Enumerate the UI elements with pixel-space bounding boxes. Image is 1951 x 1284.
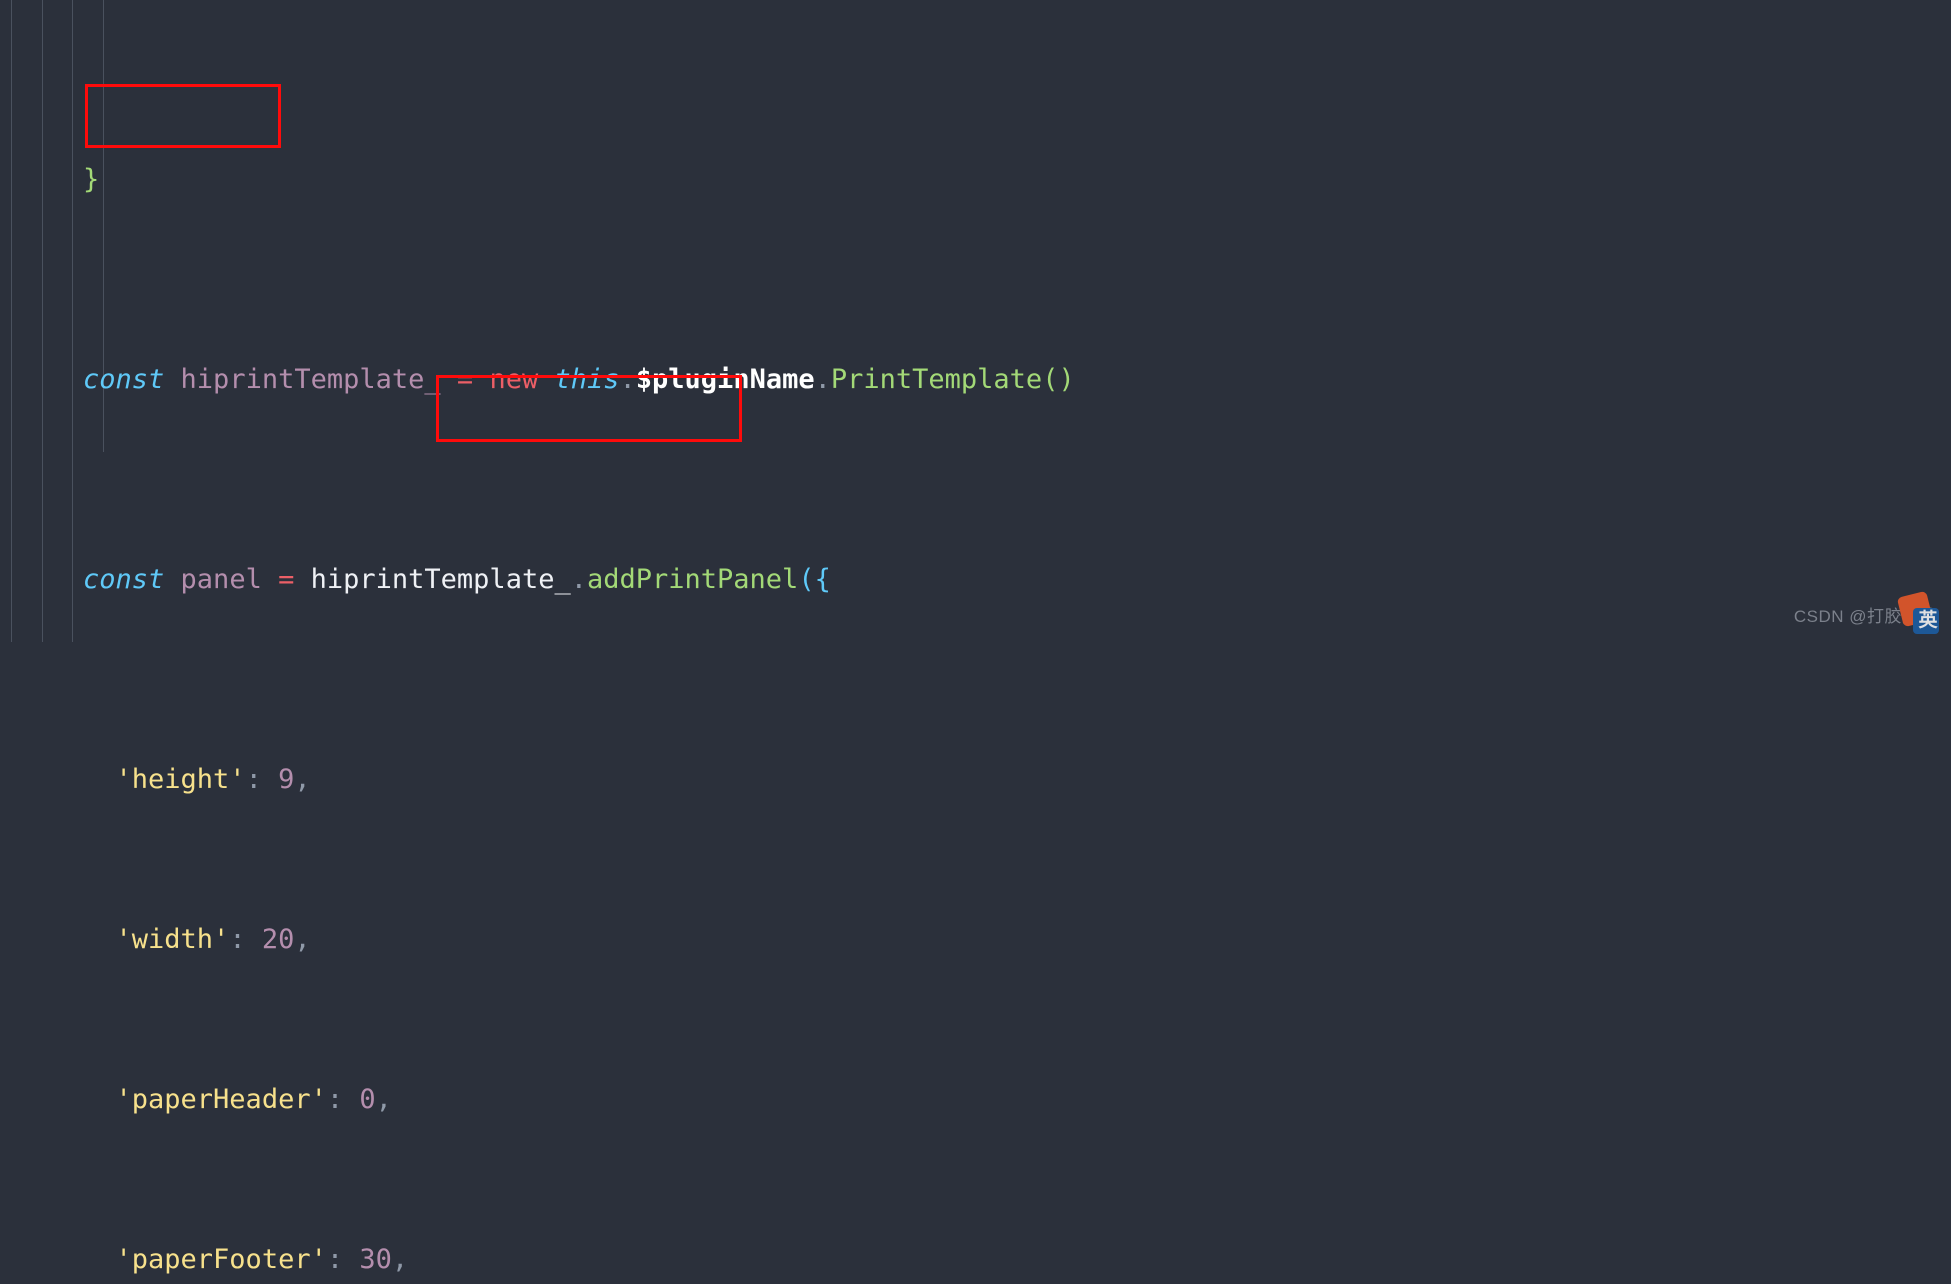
identifier-panel: panel (180, 564, 262, 595)
option-value-paper-header: 0 (359, 1084, 376, 1115)
keyword-new: new (489, 364, 539, 395)
code-line-option-height[interactable]: 'height': 9, (0, 760, 1951, 800)
parens-print-template: () (1042, 364, 1075, 395)
option-colon-width: : (229, 924, 246, 955)
brace-glyph: } (83, 164, 100, 195)
code-line-option-width[interactable]: 'width': 20, (0, 920, 1951, 960)
operator-equals-2: = (278, 564, 295, 595)
identifier-plugin-name: $pluginName (635, 364, 815, 395)
csdn-watermark: CSDN @打胶男孩 英 (1794, 590, 1941, 636)
method-add-print-panel: addPrintPanel (586, 564, 799, 595)
identifier-hiprint-template-ref: hiprintTemplate_ (310, 564, 571, 595)
option-key-height: 'height' (115, 764, 246, 795)
option-value-height: 9 (278, 764, 295, 795)
option-value-paper-footer: 30 (359, 1244, 392, 1275)
keyword-const: const (83, 364, 165, 395)
keyword-const-2: const (83, 564, 165, 595)
code-line-option-paper-header[interactable]: 'paperHeader': 0, (0, 1080, 1951, 1120)
code-line-const-panel[interactable]: const panel = hiprintTemplate_.addPrintP… (0, 560, 1951, 600)
dot-operator-3: . (570, 564, 587, 595)
csdn-logo-icon: 英 (1896, 590, 1941, 636)
method-print-template: PrintTemplate (830, 364, 1043, 395)
option-key-width: 'width' (115, 924, 230, 955)
logo-glyph: 英 (1918, 609, 1938, 631)
code-content[interactable]: } const hiprintTemplate_ = new this.$plu… (0, 0, 1951, 1284)
option-comma-width: , (294, 924, 311, 955)
keyword-this: this (554, 364, 620, 395)
option-comma-paper-header: , (375, 1084, 392, 1115)
option-key-paper-header: 'paperHeader' (115, 1084, 327, 1115)
option-comma-height: , (294, 764, 311, 795)
option-colon-paper-footer: : (326, 1244, 344, 1275)
code-line-closing-brace[interactable]: } (0, 160, 1951, 200)
option-colon-paper-header: : (326, 1084, 344, 1115)
option-key-paper-footer: 'paperFooter' (115, 1244, 327, 1275)
option-comma-paper-footer: , (391, 1244, 409, 1275)
code-editor[interactable]: } const hiprintTemplate_ = new this.$plu… (0, 0, 1951, 1275)
code-line-const-hiprint-template[interactable]: const hiprintTemplate_ = new this.$plugi… (0, 360, 1951, 400)
option-value-width: 20 (261, 924, 295, 955)
operator-equals: = (456, 364, 474, 395)
dot-operator: . (619, 364, 636, 395)
identifier-hiprint-template: hiprintTemplate_ (180, 364, 441, 395)
code-line-option-paper-footer[interactable]: 'paperFooter': 30, (0, 1240, 1951, 1280)
open-paren-brace: ({ (798, 564, 831, 595)
dot-operator-2: . (814, 364, 831, 395)
option-colon-height: : (245, 764, 262, 795)
